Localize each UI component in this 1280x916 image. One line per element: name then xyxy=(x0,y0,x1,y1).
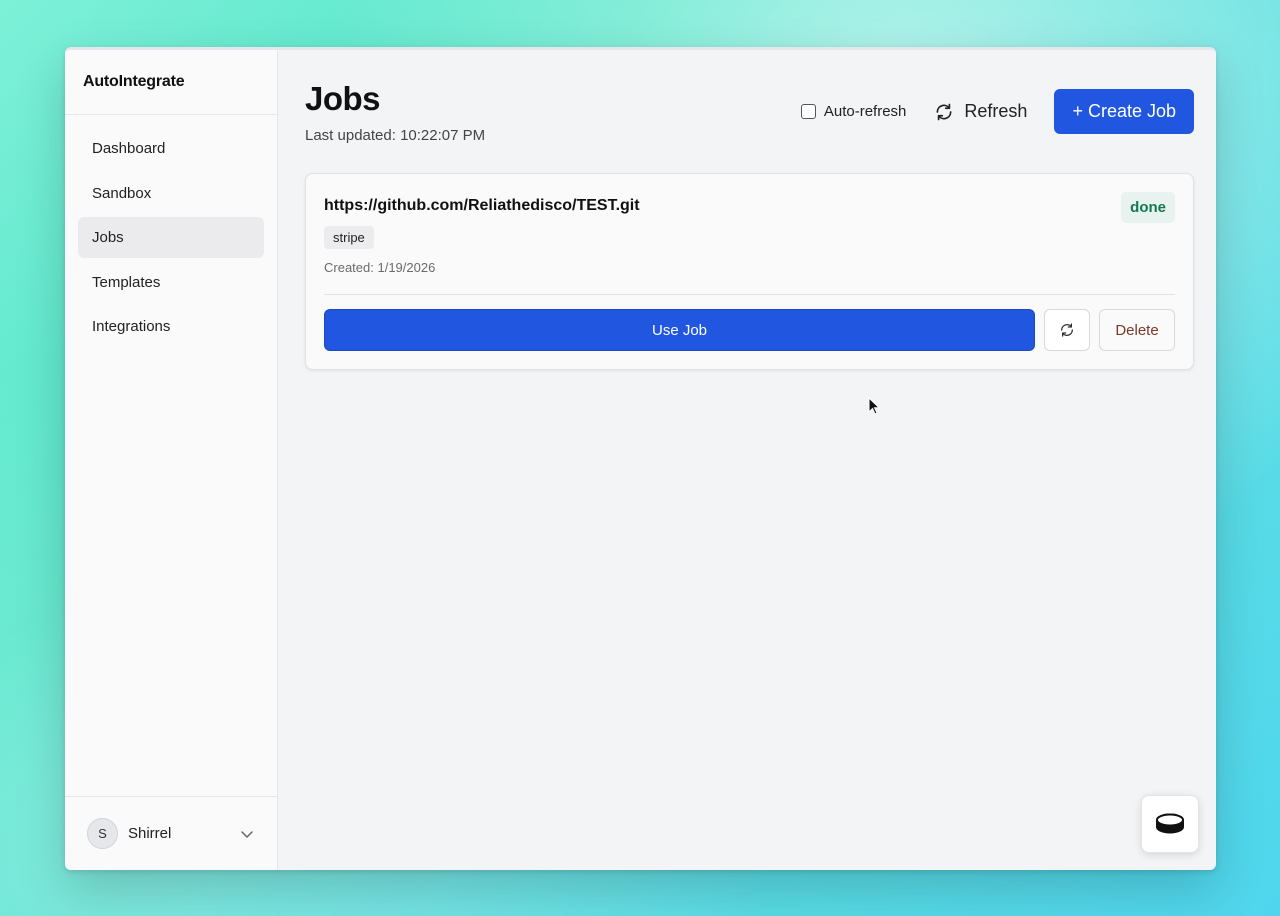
chevron-down-icon xyxy=(241,830,253,838)
page-title: Jobs xyxy=(305,80,381,117)
user-menu[interactable]: S Shirrel xyxy=(65,796,277,870)
mouse-cursor-icon xyxy=(868,397,880,415)
sidebar-item-jobs[interactable]: Jobs xyxy=(78,217,264,258)
rerun-job-button[interactable] xyxy=(1044,309,1090,351)
job-repo-url: https://github.com/Reliathedisco/TEST.gi… xyxy=(324,197,640,214)
sidebar-nav: Dashboard Sandbox Jobs Templates Integra… xyxy=(65,115,277,796)
page-header: Jobs Last updated: 10:22:07 PM Auto-refr… xyxy=(305,50,1194,170)
hockey-puck-icon xyxy=(1156,813,1184,834)
use-job-button[interactable]: Use Job xyxy=(324,309,1035,351)
auto-refresh-label: Auto-refresh xyxy=(823,103,907,120)
sidebar-item-dashboard[interactable]: Dashboard xyxy=(78,128,264,169)
status-badge: done xyxy=(1121,192,1175,223)
app-window: AutoIntegrate Dashboard Sandbox Jobs Tem… xyxy=(65,47,1216,870)
job-created-date: Created: 1/19/2026 xyxy=(324,260,436,275)
sidebar: AutoIntegrate Dashboard Sandbox Jobs Tem… xyxy=(65,50,278,870)
avatar: S xyxy=(87,818,118,849)
refresh-icon xyxy=(936,103,952,120)
auto-refresh-toggle[interactable]: Auto-refresh xyxy=(800,103,907,120)
user-name: Shirrel xyxy=(128,825,172,842)
header-actions: Auto-refresh Refresh + Create Job xyxy=(800,89,1194,134)
create-job-button[interactable]: + Create Job xyxy=(1054,89,1194,134)
sidebar-item-templates[interactable]: Templates xyxy=(78,262,264,303)
last-updated-text: Last updated: 10:22:07 PM xyxy=(305,127,486,144)
brand-logo: AutoIntegrate xyxy=(65,50,277,115)
job-tag: stripe xyxy=(324,226,374,249)
card-divider xyxy=(324,294,1175,295)
delete-job-button[interactable]: Delete xyxy=(1099,309,1175,351)
sidebar-item-sandbox[interactable]: Sandbox xyxy=(78,173,264,214)
auto-refresh-checkbox[interactable] xyxy=(800,104,816,119)
refresh-label: Refresh xyxy=(964,101,1028,121)
refresh-icon xyxy=(1061,323,1073,337)
refresh-button[interactable]: Refresh xyxy=(934,101,1027,122)
sidebar-item-integrations[interactable]: Integrations xyxy=(78,306,264,347)
floating-widget-button[interactable] xyxy=(1141,795,1199,853)
main-content: Jobs Last updated: 10:22:07 PM Auto-refr… xyxy=(278,50,1216,870)
job-card: https://github.com/Reliathedisco/TEST.gi… xyxy=(305,173,1194,370)
